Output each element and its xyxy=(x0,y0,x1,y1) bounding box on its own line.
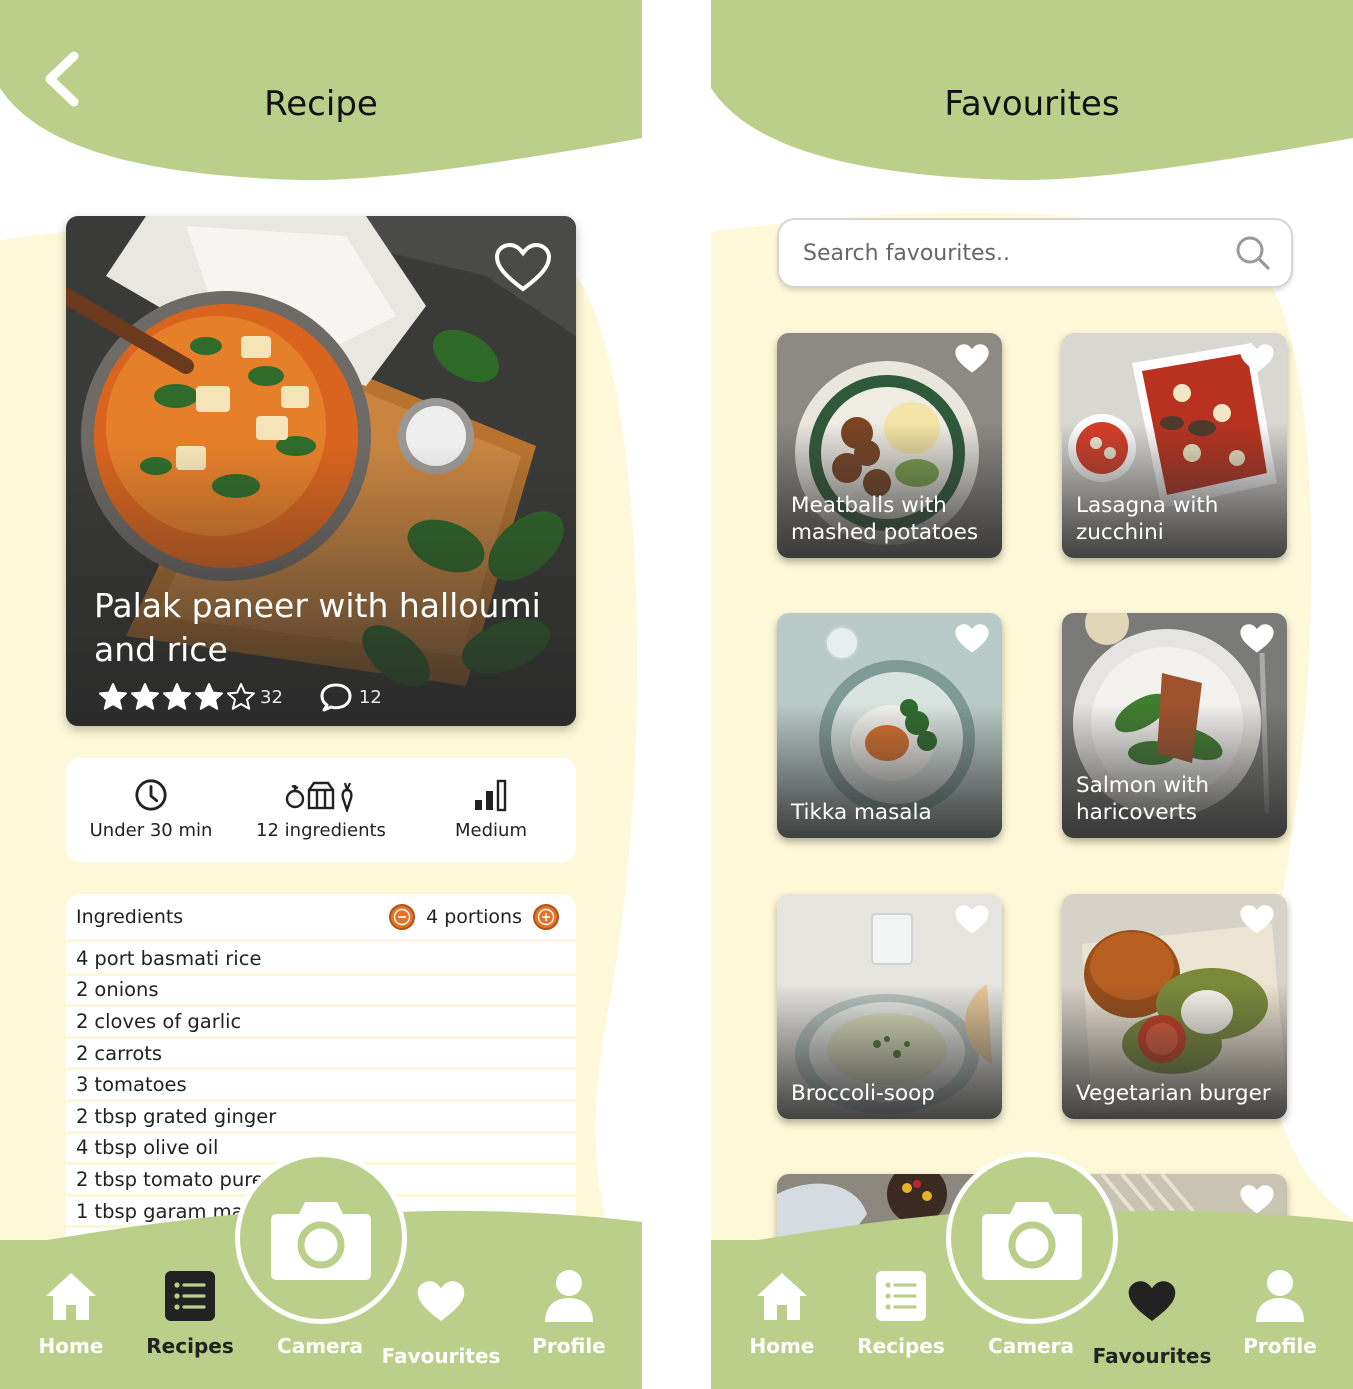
nav-home[interactable]: Home xyxy=(727,1268,837,1368)
heart-icon xyxy=(1128,1281,1176,1321)
nav-camera-label: Camera xyxy=(988,1334,1074,1358)
star-outline-icon[interactable] xyxy=(226,682,256,712)
favourite-tile-meatballs[interactable]: Meatballs with mashed potatoes xyxy=(777,333,1002,558)
search-icon[interactable] xyxy=(1235,235,1271,271)
favourite-tile-broccoli-soup[interactable]: Broccoli-soop xyxy=(777,894,1002,1119)
recipes-list-icon xyxy=(876,1271,926,1321)
ingredient-name: carrots xyxy=(94,1041,163,1065)
ingredient-row: 2 cloves of garlic xyxy=(66,1007,576,1039)
star-filled-icon[interactable] xyxy=(98,682,128,712)
camera-icon xyxy=(271,1202,371,1280)
heart-icon[interactable] xyxy=(954,343,990,375)
nav-profile[interactable]: Profile xyxy=(1225,1268,1335,1368)
difficulty-bars-icon xyxy=(475,779,507,812)
recipe-screen: Recipe Palak paneer with halloumi and ri… xyxy=(0,0,642,1389)
page-title: Favourites xyxy=(944,84,1120,124)
camera-button[interactable] xyxy=(235,1152,407,1324)
nav-recipes[interactable]: Recipes xyxy=(846,1268,956,1368)
ingredients-header: Ingredients 4 portions xyxy=(66,894,576,942)
increase-portions-button[interactable] xyxy=(532,903,560,931)
ingredient-name: tbsp olive oil xyxy=(94,1136,219,1160)
portions-value: 4 portions xyxy=(426,905,522,928)
nav-camera-label: Camera xyxy=(277,1334,363,1358)
heart-icon[interactable] xyxy=(1239,623,1275,655)
camera-icon xyxy=(982,1202,1082,1280)
heart-icon[interactable] xyxy=(954,623,990,655)
home-icon xyxy=(46,1273,96,1320)
ingredients-icon xyxy=(285,781,353,812)
recipe-hero-card[interactable]: Palak paneer with halloumi and rice 32 1… xyxy=(66,216,576,726)
heart-icon xyxy=(417,1281,465,1321)
favourite-tile-tikka-masala[interactable]: Tikka masala xyxy=(777,613,1002,838)
info-ingredients: 12 ingredients xyxy=(236,758,406,862)
recipe-info-card: Under 30 min 12 ingredients Medium xyxy=(66,758,576,862)
ingredients-title: Ingredients xyxy=(76,905,184,928)
favourite-tile-salmon[interactable]: Salmon with haricoverts xyxy=(1062,613,1287,838)
star-filled-icon[interactable] xyxy=(130,682,160,712)
ingredient-qty: 2 xyxy=(76,1167,89,1191)
decrease-portions-button[interactable] xyxy=(388,903,416,931)
heart-icon[interactable] xyxy=(1239,343,1275,375)
ingredient-row: 2 onions xyxy=(66,976,576,1008)
ingredient-qty: 2 xyxy=(76,1104,89,1128)
nav-favourites[interactable]: Favourites xyxy=(382,1268,500,1368)
clock-icon xyxy=(135,779,167,811)
ingredient-name: tomatoes xyxy=(94,1073,187,1097)
ingredient-name: tbsp tomato pure xyxy=(94,1167,264,1191)
heart-icon[interactable] xyxy=(954,904,990,936)
comments-button[interactable]: 12 xyxy=(319,682,382,712)
favourite-tile-vegetarian-burger[interactable]: Vegetarian burger xyxy=(1062,894,1287,1119)
ingredient-row: 3 tomatoes xyxy=(66,1070,576,1102)
profile-icon xyxy=(1256,1270,1304,1322)
star-filled-icon[interactable] xyxy=(162,682,192,712)
heart-icon[interactable] xyxy=(1239,904,1275,936)
page-title: Recipe xyxy=(264,84,378,124)
heart-outline-icon[interactable] xyxy=(494,242,552,294)
home-icon xyxy=(757,1273,807,1320)
profile-icon xyxy=(545,1270,593,1322)
ingredient-name: tbsp grated ginger xyxy=(94,1104,277,1128)
info-time: Under 30 min xyxy=(66,758,236,862)
recipe-title: Palak paneer with halloumi and rice xyxy=(94,586,541,669)
comment-bubble-icon xyxy=(320,683,352,712)
ingredient-qty: 3 xyxy=(76,1073,89,1097)
ingredient-name: cloves of garlic xyxy=(94,1009,242,1033)
comments-count: 12 xyxy=(358,686,382,708)
ingredient-qty: 4 xyxy=(76,946,89,970)
ingredient-qty: 4 xyxy=(76,1136,89,1160)
star-filled-icon[interactable] xyxy=(194,682,224,712)
nav-profile[interactable]: Profile xyxy=(514,1268,624,1368)
nav-recipes[interactable]: Recipes xyxy=(135,1268,245,1368)
nav-home[interactable]: Home xyxy=(16,1268,126,1368)
ingredient-row: 2 carrots xyxy=(66,1039,576,1071)
favourite-tile-lasagna[interactable]: Lasagna with zucchini xyxy=(1062,333,1287,558)
ingredient-qty: 2 xyxy=(76,1041,89,1065)
ingredient-row: 4 port basmati rice xyxy=(66,944,576,976)
ingredient-name: port basmati rice xyxy=(94,946,262,970)
ingredient-row: 2 tbsp grated ginger xyxy=(66,1102,576,1134)
rating-count: 32 xyxy=(260,686,283,708)
ingredient-name: onions xyxy=(94,978,159,1002)
search-bar[interactable] xyxy=(777,218,1293,288)
ingredient-qty: 2 xyxy=(76,978,89,1002)
star-rating[interactable] xyxy=(98,682,256,712)
nav-favourites[interactable]: Favourites xyxy=(1093,1268,1211,1368)
favourites-screen: Favourites Meatballs with mashed potatoe… xyxy=(711,0,1353,1389)
search-input[interactable] xyxy=(803,240,1235,266)
recipes-list-icon xyxy=(165,1271,215,1321)
recipe-meta: 32 12 xyxy=(98,682,382,712)
info-difficulty: Medium xyxy=(406,758,576,862)
camera-button[interactable] xyxy=(946,1152,1118,1324)
ingredient-qty: 2 xyxy=(76,1009,89,1033)
